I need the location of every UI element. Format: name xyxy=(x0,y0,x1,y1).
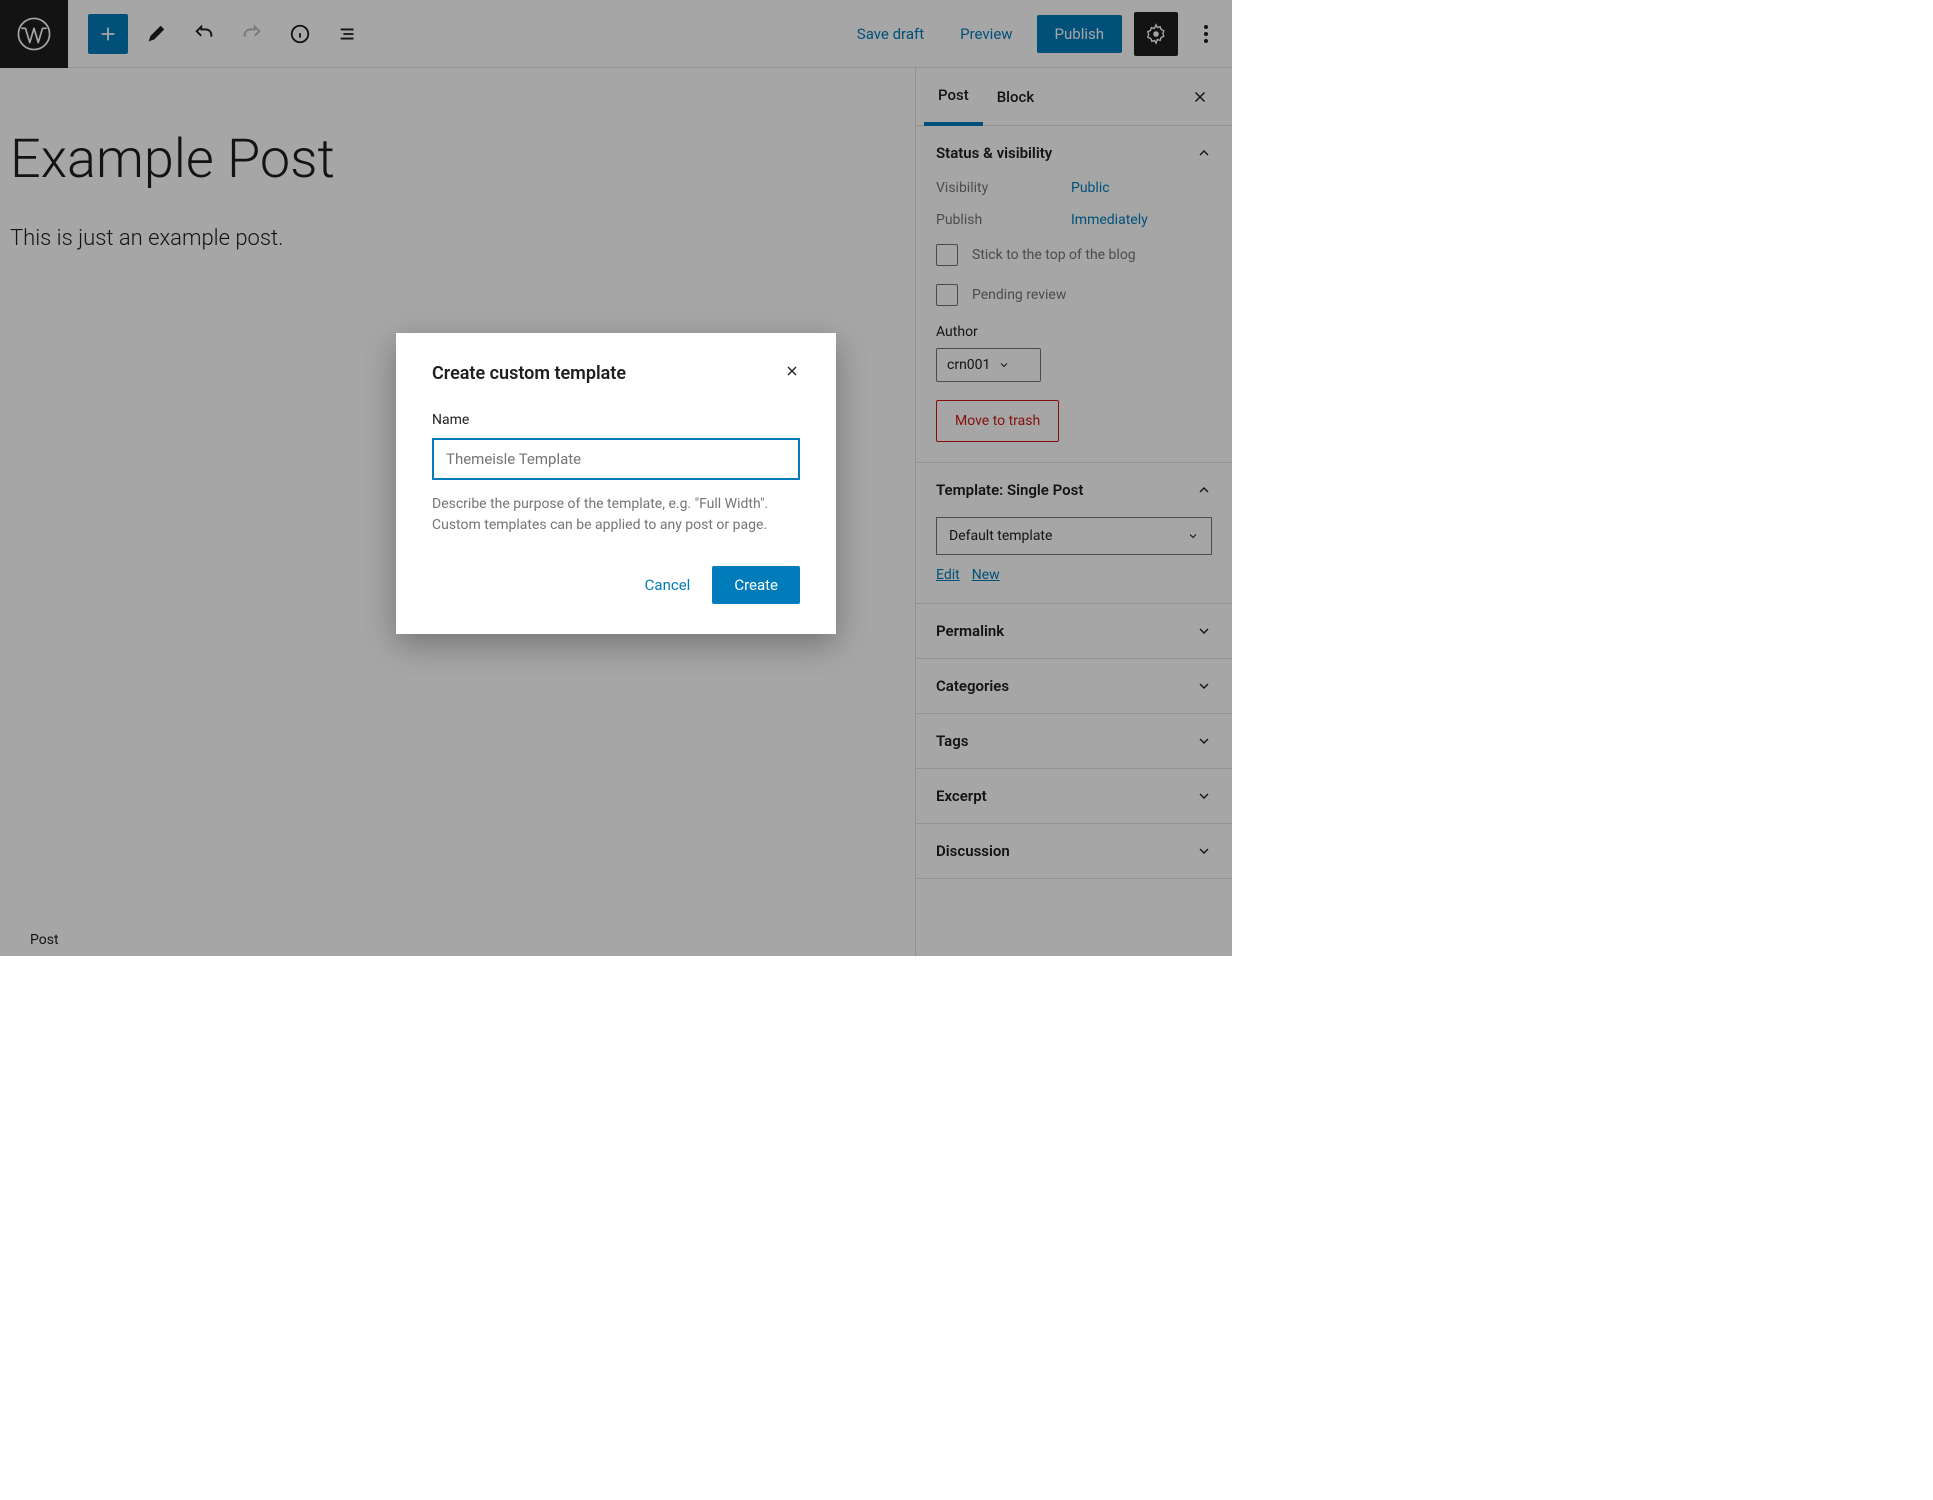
modal-help-text: Describe the purpose of the template, e.… xyxy=(432,494,800,536)
create-button[interactable]: Create xyxy=(712,566,800,604)
close-icon xyxy=(784,363,800,379)
cancel-button[interactable]: Cancel xyxy=(629,566,707,604)
modal-title: Create custom template xyxy=(432,363,800,384)
template-name-input[interactable] xyxy=(432,438,800,480)
create-template-modal: Create custom template Name Describe the… xyxy=(396,333,836,634)
modal-close-button[interactable] xyxy=(778,357,806,385)
modal-actions: Cancel Create xyxy=(432,566,800,604)
name-label: Name xyxy=(432,412,800,428)
modal-overlay: Create custom template Name Describe the… xyxy=(0,0,1232,956)
